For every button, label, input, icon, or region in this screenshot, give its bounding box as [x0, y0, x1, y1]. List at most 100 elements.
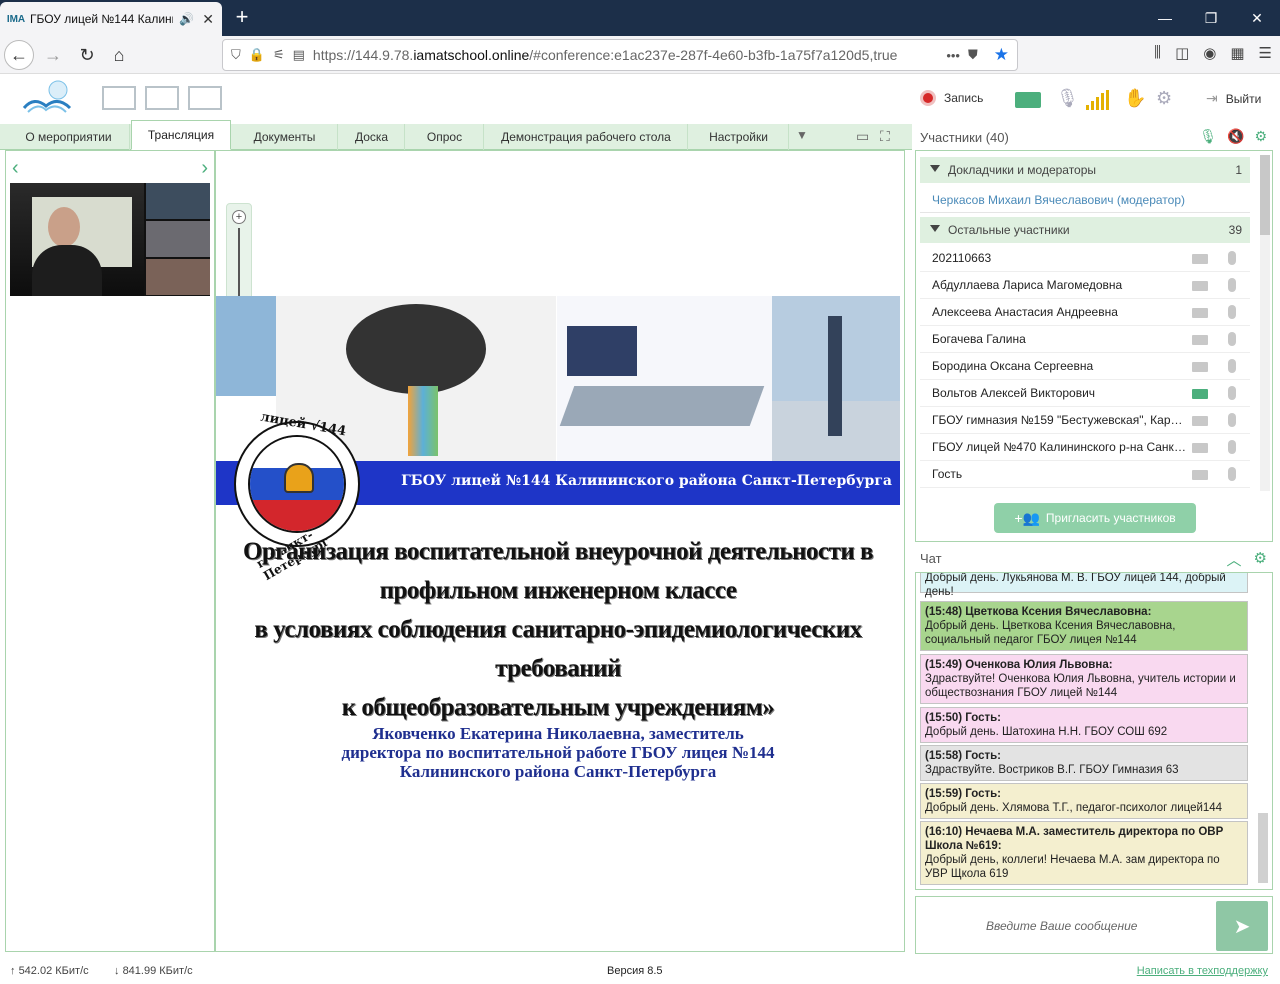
- address-bar[interactable]: ⛉ 🔒 ⚟ ▤ https://144.9.78.iamatschool.onl…: [222, 39, 1018, 71]
- camera-icon[interactable]: [1192, 470, 1208, 480]
- more-actions-icon[interactable]: •••: [946, 48, 960, 63]
- tab-documents[interactable]: Документы: [232, 124, 338, 150]
- participant-row[interactable]: 202110663: [920, 245, 1250, 272]
- sidebar-icon[interactable]: ◫: [1175, 44, 1189, 62]
- chat-message-header: (16:10) Нечаева М.А. заместитель директо…: [925, 826, 1224, 852]
- group-label: Остальные участники: [948, 223, 1070, 237]
- url-text[interactable]: https://144.9.78.iamatschool.online/#con…: [313, 47, 946, 63]
- minimize-icon[interactable]: —: [1142, 0, 1188, 36]
- lock-icon[interactable]: 🔒: [249, 47, 265, 63]
- participant-row[interactable]: ГБОУ лицей №470 Калининского р-на Санкт-…: [920, 434, 1250, 461]
- microphone-icon[interactable]: [1228, 251, 1236, 265]
- microphone-icon[interactable]: [1228, 332, 1236, 346]
- forward-button[interactable]: →: [38, 40, 68, 70]
- mic-all-icon[interactable]: 🎙: [1199, 128, 1217, 145]
- camera-icon[interactable]: [1192, 389, 1208, 399]
- group-others[interactable]: Остальные участники 39: [920, 217, 1250, 243]
- extensions-icon[interactable]: ▦: [1230, 44, 1244, 62]
- chat-scrollbar[interactable]: [1258, 813, 1268, 883]
- new-tab-button[interactable]: +: [230, 4, 254, 30]
- reload-button[interactable]: ↻: [72, 40, 102, 70]
- account-icon[interactable]: ◉: [1203, 44, 1216, 62]
- camera-icon[interactable]: [1192, 335, 1208, 345]
- camera-icon[interactable]: [1192, 308, 1208, 318]
- chat-message-header: (15:50) Гость:: [925, 712, 1002, 724]
- tab-whiteboard[interactable]: Доска: [339, 124, 405, 150]
- browser-tab[interactable]: ΙΜΑ ГБОУ лицей №144 Калинин 🔊 ✕: [0, 2, 222, 36]
- tab-about[interactable]: О мероприятии: [8, 124, 130, 150]
- participant-row[interactable]: Богачева Галина: [920, 326, 1250, 353]
- tab-screen-share[interactable]: Демонстрация рабочего стола: [485, 124, 688, 150]
- window-mode-icon[interactable]: ▭: [856, 128, 869, 145]
- library-icon[interactable]: ⫼: [1154, 44, 1161, 62]
- record-button[interactable]: Запись: [920, 90, 983, 106]
- reader-icon[interactable]: ▤: [293, 47, 305, 63]
- raise-hand-icon[interactable]: ✋: [1124, 88, 1146, 109]
- chevron-left-icon[interactable]: ‹: [12, 157, 19, 180]
- bell-icon: [284, 463, 314, 493]
- participant-row[interactable]: Абдуллаева Лариса Магомедовна: [920, 272, 1250, 299]
- microphone-icon[interactable]: 🎙: [1056, 88, 1079, 109]
- layout-speaker-grid-button[interactable]: [102, 86, 136, 110]
- chevron-up-icon[interactable]: ︿: [1227, 549, 1242, 570]
- tabs-dropdown-icon[interactable]: ▼: [796, 128, 808, 142]
- permissions-icon[interactable]: ⚟: [273, 47, 285, 63]
- home-button[interactable]: ⌂: [104, 40, 134, 70]
- chat-message-text: Здраствуйте. Востриков В.Г. ГБОУ Гимнази…: [925, 764, 1179, 776]
- chat-message-header: (15:58) Гость:: [925, 750, 1002, 762]
- support-link[interactable]: Написать в техподдержку: [1137, 965, 1268, 977]
- restore-icon[interactable]: ❐: [1188, 0, 1234, 36]
- settings-gear-icon[interactable]: ⚙: [1156, 88, 1172, 109]
- group-moderators[interactable]: Докладчики и модераторы 1: [920, 157, 1250, 183]
- speaker-icon[interactable]: 🔊: [179, 12, 194, 26]
- close-tab-icon[interactable]: ✕: [202, 11, 214, 28]
- microphone-icon[interactable]: [1228, 386, 1236, 400]
- invite-participants-button[interactable]: +👥 Пригласить участников: [994, 503, 1196, 533]
- video-feed[interactable]: [10, 183, 210, 296]
- camera-icon[interactable]: [1192, 362, 1208, 372]
- chat-input[interactable]: Введите Ваше сообщение ➤: [915, 896, 1273, 954]
- participant-row[interactable]: Вольтов Алексей Викторович: [920, 380, 1250, 407]
- bookmark-star-icon[interactable]: ★: [994, 45, 1009, 65]
- moderator-item[interactable]: Черкасов Михаил Вячеславович (модератор): [920, 187, 1250, 213]
- chat-settings-icon[interactable]: ⚙: [1254, 549, 1267, 570]
- microphone-icon[interactable]: [1228, 440, 1236, 454]
- download-speed: ↓ 841.99 КБит/с: [114, 965, 193, 977]
- zoom-in-icon[interactable]: +: [232, 210, 246, 224]
- close-window-icon[interactable]: ✕: [1234, 0, 1280, 36]
- participants-scrollbar[interactable]: [1260, 155, 1270, 491]
- pocket-icon[interactable]: ⛊: [968, 47, 978, 63]
- fullscreen-icon[interactable]: ⛶: [880, 128, 890, 145]
- layout-grid-button[interactable]: [145, 86, 179, 110]
- participant-row[interactable]: Алексеева Анастасия Андреевна: [920, 299, 1250, 326]
- chevron-right-icon[interactable]: ›: [201, 157, 208, 180]
- exit-button[interactable]: ⇥ Выйти: [1206, 90, 1261, 107]
- camera-icon[interactable]: [1015, 92, 1041, 108]
- shield-icon[interactable]: ⛉: [231, 47, 241, 63]
- camera-icon[interactable]: [1192, 443, 1208, 453]
- participant-name: Алексеева Анастасия Андреевна: [932, 305, 1118, 319]
- menu-icon[interactable]: ☰: [1259, 44, 1272, 62]
- microphone-icon[interactable]: [1228, 305, 1236, 319]
- volume-level-icon[interactable]: [1086, 90, 1110, 110]
- microphone-icon[interactable]: [1228, 359, 1236, 373]
- camera-icon[interactable]: [1192, 281, 1208, 291]
- microphone-icon[interactable]: [1228, 467, 1236, 481]
- participant-row[interactable]: Гость: [920, 461, 1250, 488]
- camera-icon[interactable]: [1192, 254, 1208, 264]
- exit-icon: ⇥: [1206, 90, 1218, 106]
- site-favicon-icon: ΙΜΑ: [6, 13, 26, 25]
- participants-settings-icon[interactable]: ⚙: [1254, 128, 1267, 145]
- tab-poll[interactable]: Опрос: [406, 124, 484, 150]
- back-button[interactable]: ←: [4, 40, 34, 70]
- mute-all-icon[interactable]: 🔇: [1227, 128, 1244, 145]
- send-button[interactable]: ➤: [1216, 901, 1268, 951]
- layout-single-button[interactable]: [188, 86, 222, 110]
- participant-row[interactable]: ГБОУ гимназия №159 "Бестужевская", Карпе…: [920, 407, 1250, 434]
- tab-broadcast[interactable]: Трансляция: [131, 120, 231, 150]
- camera-icon[interactable]: [1192, 416, 1208, 426]
- tab-settings[interactable]: Настройки: [689, 124, 789, 150]
- microphone-icon[interactable]: [1228, 278, 1236, 292]
- participant-row[interactable]: Бородина Оксана Сергеевна: [920, 353, 1250, 380]
- microphone-icon[interactable]: [1228, 413, 1236, 427]
